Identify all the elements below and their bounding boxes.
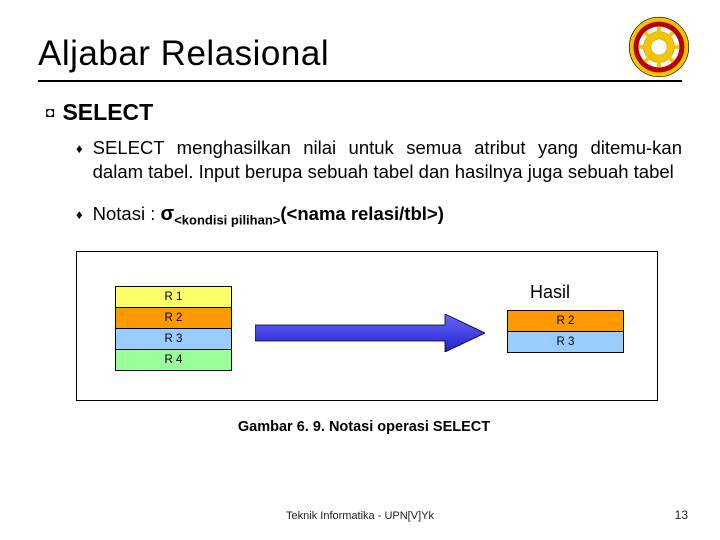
table-row: R 1 bbox=[116, 286, 232, 307]
notasi-prefix: Notasi : bbox=[93, 203, 161, 224]
table-row: R 2 bbox=[116, 307, 232, 328]
figure-caption: Gambar 6. 9. Notasi operasi SELECT bbox=[46, 419, 682, 435]
bullet-2-text: Notasi : σ<kondisi pilihan>(<nama relasi… bbox=[93, 202, 444, 233]
bullet-top-icon: ◘ bbox=[46, 98, 54, 126]
footer-center-text: Teknik Informatika - UPN[V]Yk bbox=[0, 510, 720, 522]
title-underline bbox=[38, 80, 682, 82]
figure-select-operation: R 1 R 2 R 3 R 4 Hasil R bbox=[76, 251, 658, 401]
input-table: R 1 R 2 R 3 R 4 bbox=[115, 286, 232, 371]
arrow-icon bbox=[255, 314, 485, 352]
sigma-argument: (<nama relasi/tbl>) bbox=[280, 203, 443, 224]
table-row: R 4 bbox=[116, 349, 232, 370]
table-row: R 2 bbox=[508, 310, 624, 331]
sigma-symbol: σ bbox=[161, 203, 175, 225]
diamond-bullet-icon: ♦ bbox=[76, 138, 83, 184]
hasil-label: Hasil bbox=[530, 282, 570, 303]
university-logo bbox=[628, 16, 690, 78]
section-label: SELECT bbox=[62, 98, 153, 126]
table-row: R 3 bbox=[508, 331, 624, 352]
output-table: R 2 R 3 bbox=[507, 310, 624, 353]
table-row: R 3 bbox=[116, 328, 232, 349]
diamond-bullet-icon: ♦ bbox=[76, 204, 83, 233]
page-number: 13 bbox=[675, 508, 688, 522]
sigma-subscript: <kondisi pilihan> bbox=[174, 213, 280, 228]
page-title: Aljabar Relasional bbox=[38, 34, 682, 74]
bullet-1-text: SELECT menghasilkan nilai untuk semua at… bbox=[93, 136, 682, 184]
